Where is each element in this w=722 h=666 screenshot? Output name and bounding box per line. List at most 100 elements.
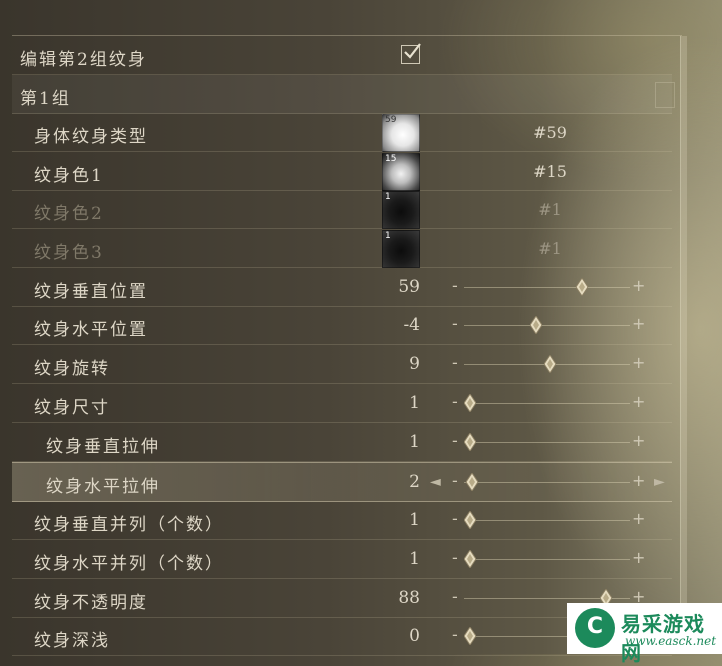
tattoo-size-slider[interactable]: - + [452, 384, 652, 422]
tattoo-type-label: 身体纹身类型 [34, 127, 148, 147]
tattoo-color1-label: 纹身色1 [34, 166, 104, 186]
tattoo-vrepeat-value: 1 [409, 510, 420, 530]
slider-knob-icon[interactable] [464, 627, 476, 645]
tattoo-color1-number: 15 [385, 154, 397, 164]
tattoo-color2-label: 纹身色2 [34, 204, 104, 224]
site-logo-icon: C [575, 608, 615, 648]
slider-track[interactable] [464, 482, 630, 483]
tattoo-size-row[interactable]: 纹身尺寸 1 - + [12, 384, 672, 423]
increase-icon[interactable]: + [632, 548, 645, 567]
tattoo-rotate-value: 9 [409, 354, 420, 374]
tattoo-vstretch-slider[interactable]: - + [452, 423, 652, 461]
tattoo-depth-value: 0 [409, 626, 420, 646]
slider-knob-icon[interactable] [464, 550, 476, 568]
tattoo-rotate-row[interactable]: 纹身旋转 9 - + [12, 345, 672, 384]
decrease-icon[interactable]: - [452, 431, 458, 450]
increase-icon[interactable]: + [632, 509, 645, 528]
slider-knob-icon[interactable] [544, 355, 557, 373]
tattoo-color2-value: #1 [538, 200, 562, 219]
decrease-icon[interactable]: - [452, 353, 458, 372]
edit-second-group-row[interactable]: 编辑第2组纹身 [12, 36, 672, 75]
tattoo-depth-label: 纹身深浅 [34, 631, 110, 651]
tattoo-vpos-slider[interactable]: - + [452, 268, 652, 306]
tattoo-vrepeat-row[interactable]: 纹身垂直并列（个数） 1 - + [12, 501, 672, 540]
group-header-label: 第1组 [20, 89, 71, 109]
tattoo-hrepeat-row[interactable]: 纹身水平并列（个数） 1 - + [12, 540, 672, 579]
collapse-box [655, 82, 675, 108]
tattoo-hstretch-row[interactable]: 纹身水平拉伸 2 ◄ - + ► [12, 462, 672, 502]
tattoo-hrepeat-label: 纹身水平并列（个数） [34, 554, 224, 574]
decrease-icon[interactable]: - [452, 392, 458, 411]
tattoo-color3-value: #1 [538, 239, 562, 258]
increase-icon[interactable]: + [632, 353, 645, 372]
slider-knob-icon[interactable] [465, 473, 478, 491]
tattoo-hpos-row[interactable]: 纹身水平位置 -4 - + [12, 306, 672, 345]
tattoo-hpos-label: 纹身水平位置 [34, 320, 148, 340]
tattoo-rotate-label: 纹身旋转 [34, 359, 110, 379]
slider-track[interactable] [464, 442, 630, 443]
tattoo-opacity-value: 88 [398, 588, 420, 608]
tattoo-hrepeat-slider[interactable]: - + [452, 540, 652, 578]
tattoo-type-number: 59 [385, 115, 397, 125]
tattoo-vstretch-row[interactable]: 纹身垂直拉伸 1 - + [12, 423, 672, 462]
tattoo-color2-number: 1 [385, 192, 391, 202]
decrease-icon[interactable]: - [452, 548, 458, 567]
tattoo-color1-value: #15 [533, 162, 567, 181]
left-arrow-icon[interactable]: ◄ [430, 474, 441, 490]
tattoo-rotate-slider[interactable]: - + [452, 345, 652, 383]
slider-track[interactable] [464, 287, 630, 288]
decrease-icon[interactable]: - [452, 587, 458, 606]
checkmark-icon [404, 43, 421, 59]
tattoo-hpos-slider[interactable]: - + [452, 306, 652, 344]
watermark-url: www.easck.net [625, 634, 717, 648]
slider-track[interactable] [464, 520, 630, 521]
tattoo-color3-swatch[interactable]: 1 [382, 230, 420, 268]
tattoo-vpos-value: 59 [398, 277, 420, 297]
tattoo-color2-row[interactable]: 纹身色2 1 #1 [12, 190, 672, 229]
tattoo-type-value: #59 [533, 123, 567, 142]
increase-icon[interactable]: + [632, 314, 645, 333]
slider-track[interactable] [464, 559, 630, 560]
edit-second-group-checkbox[interactable] [401, 43, 421, 64]
slider-knob-icon[interactable] [464, 433, 476, 451]
tattoo-hstretch-value: 2 [409, 472, 420, 492]
slider-knob-icon[interactable] [464, 394, 476, 412]
tattoo-color3-row[interactable]: 纹身色3 1 #1 [12, 229, 672, 268]
slider-track[interactable] [464, 325, 630, 326]
slider-knob-icon[interactable] [464, 511, 476, 529]
tattoo-opacity-label: 纹身不透明度 [34, 593, 148, 613]
increase-icon[interactable]: + [632, 392, 645, 411]
right-arrow-icon[interactable]: ► [654, 474, 665, 490]
decrease-icon[interactable]: - [452, 276, 458, 295]
decrease-icon[interactable]: - [452, 625, 458, 644]
tattoo-type-row[interactable]: 身体纹身类型 59 #59 [12, 113, 672, 152]
group-header-row[interactable]: 第1组 [12, 75, 672, 114]
tattoo-hrepeat-value: 1 [409, 549, 420, 569]
slider-track[interactable] [464, 403, 630, 404]
decrease-icon[interactable]: - [452, 471, 458, 490]
increase-icon[interactable]: + [632, 431, 645, 450]
site-logo-letter: C [586, 614, 604, 639]
tattoo-vpos-row[interactable]: 纹身垂直位置 59 - + [12, 268, 672, 307]
tattoo-settings-panel: 编辑第2组纹身 第1组 身体纹身类型 59 #59 纹身色1 15 #15 纹身… [0, 0, 722, 665]
slider-knob-icon[interactable] [530, 316, 543, 334]
tattoo-vrepeat-label: 纹身垂直并列（个数） [34, 515, 224, 535]
tattoo-vstretch-label: 纹身垂直拉伸 [46, 437, 160, 457]
increase-icon[interactable]: + [632, 276, 645, 295]
tattoo-vstretch-value: 1 [409, 432, 420, 452]
slider-knob-icon[interactable] [576, 278, 589, 296]
increase-icon[interactable]: + [632, 471, 645, 490]
decrease-icon[interactable]: - [452, 314, 458, 333]
tattoo-vpos-label: 纹身垂直位置 [34, 282, 148, 302]
tattoo-color1-row[interactable]: 纹身色1 15 #15 [12, 152, 672, 191]
tattoo-size-value: 1 [409, 393, 420, 413]
tattoo-color2-swatch[interactable]: 1 [382, 191, 420, 229]
tattoo-type-swatch[interactable]: 59 [382, 114, 420, 152]
tattoo-color1-swatch[interactable]: 15 [382, 153, 420, 191]
tattoo-hstretch-slider[interactable]: - + [452, 463, 652, 501]
scrollbar[interactable] [680, 36, 687, 654]
tattoo-vrepeat-slider[interactable]: - + [452, 501, 652, 539]
decrease-icon[interactable]: - [452, 509, 458, 528]
tattoo-hpos-value: -4 [403, 315, 420, 335]
tattoo-color3-number: 1 [385, 231, 391, 241]
